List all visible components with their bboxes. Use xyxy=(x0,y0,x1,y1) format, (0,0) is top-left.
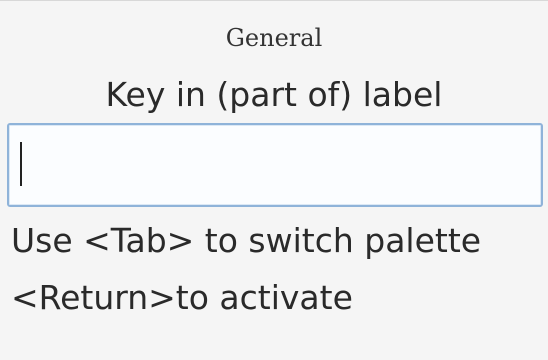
search-prompt-label: Key in (part of) label xyxy=(105,75,443,114)
search-field-container[interactable] xyxy=(7,123,543,207)
command-palette-popup: General Key in (part of) label Use <Tab>… xyxy=(0,0,548,360)
tab-switch-hint: Use <Tab> to switch palette xyxy=(11,221,482,260)
search-input[interactable] xyxy=(9,125,541,205)
return-activate-hint: <Return>to activate xyxy=(11,278,353,317)
palette-title: General xyxy=(225,24,323,52)
